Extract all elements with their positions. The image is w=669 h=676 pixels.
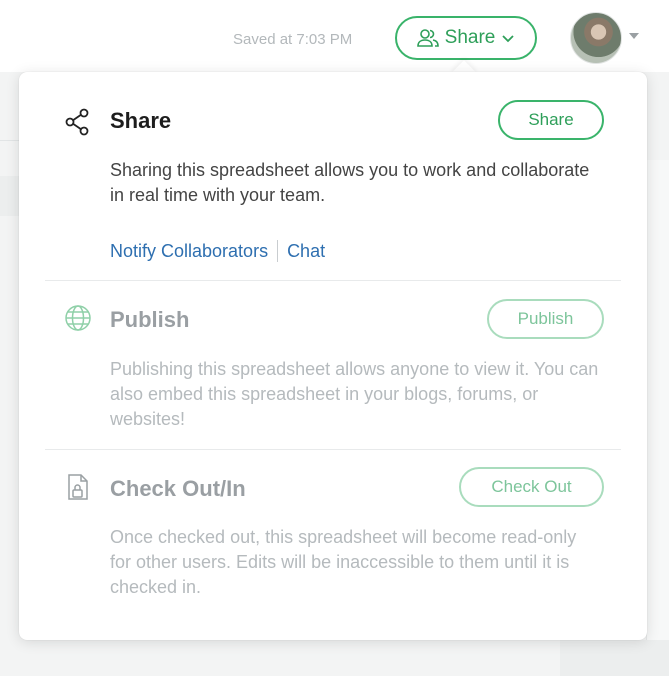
avatar-caret-icon[interactable] bbox=[629, 33, 639, 39]
share-section-title: Share bbox=[110, 108, 172, 133]
sheet-footer-area bbox=[560, 640, 669, 676]
chevron-down-icon bbox=[501, 33, 515, 43]
share-links: Notify Collaborators Chat bbox=[110, 240, 325, 262]
checkout-section-title: Check Out/In bbox=[110, 476, 246, 501]
link-divider bbox=[277, 240, 279, 262]
publish-button[interactable]: Publish bbox=[487, 299, 604, 339]
globe-icon bbox=[63, 303, 93, 333]
publish-section: Publish Publish Publishing this spreadsh… bbox=[19, 281, 647, 449]
share-description: Sharing this spreadsheet allows you to w… bbox=[110, 160, 590, 205]
document-lock-icon bbox=[63, 472, 93, 502]
checkout-section: Check Out/In Check Out Once checked out,… bbox=[19, 450, 647, 640]
chat-link[interactable]: Chat bbox=[287, 241, 325, 262]
check-out-button[interactable]: Check Out bbox=[459, 467, 604, 507]
share-nodes-icon bbox=[63, 107, 93, 137]
avatar[interactable] bbox=[570, 12, 622, 64]
collaborators-icon bbox=[416, 28, 439, 48]
notify-collaborators-link[interactable]: Notify Collaborators bbox=[110, 241, 268, 262]
top-toolbar: Saved at 7:03 PM Share bbox=[0, 0, 669, 72]
share-button[interactable]: Share bbox=[498, 100, 604, 140]
share-section: Share Share Sharing this spreadsheet all… bbox=[19, 72, 647, 280]
share-popover: Share Share Sharing this spreadsheet all… bbox=[19, 72, 647, 640]
publish-section-title: Publish bbox=[110, 307, 190, 332]
saved-status: Saved at 7:03 PM bbox=[233, 31, 353, 48]
sheet-background bbox=[0, 176, 20, 216]
share-menu-button[interactable]: Share bbox=[395, 16, 537, 60]
checkout-description: Once checked out, this spreadsheet will … bbox=[110, 527, 577, 597]
share-menu-label: Share bbox=[444, 27, 496, 48]
sheet-edge bbox=[646, 160, 669, 676]
publish-description: Publishing this spreadsheet allows anyon… bbox=[110, 359, 599, 429]
